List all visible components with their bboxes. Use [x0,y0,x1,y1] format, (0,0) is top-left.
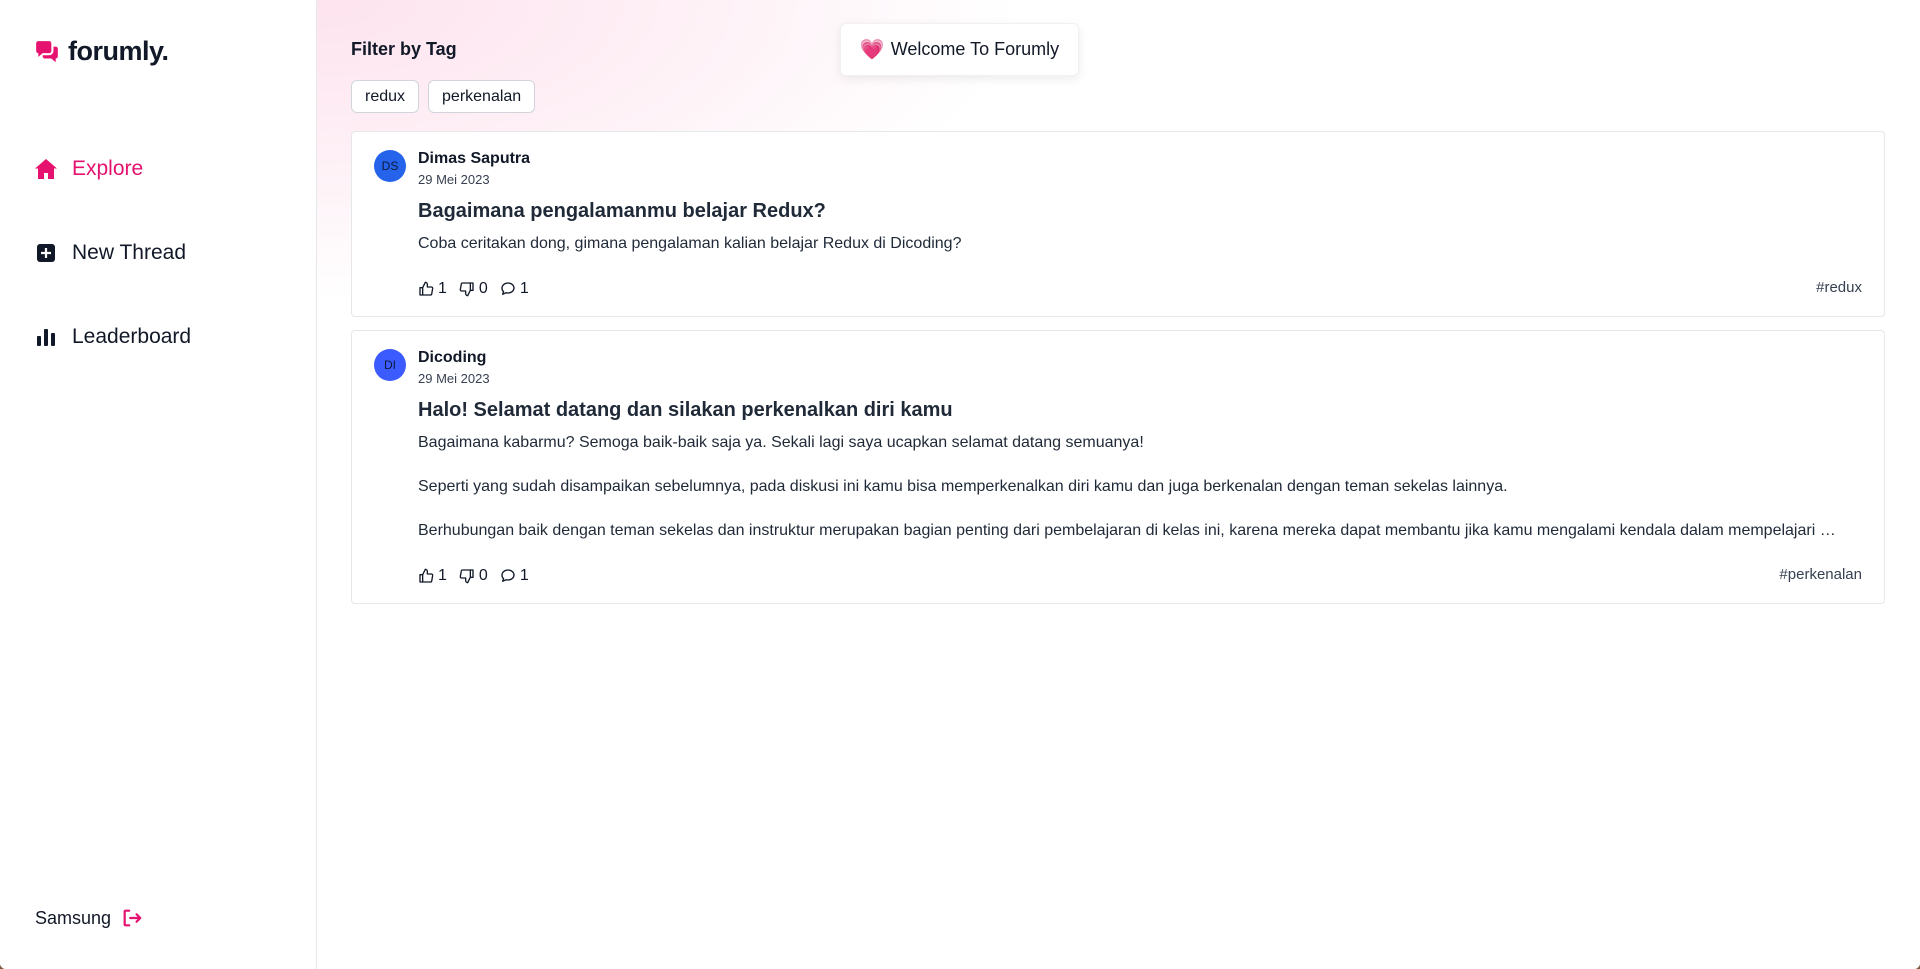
thread-title[interactable]: Halo! Selamat datang dan silakan perkena… [418,399,953,422]
dislike-count: 0 [478,567,488,584]
thread-body: Bagaimana kabarmu? Semoga baik-baik saja… [418,432,1838,564]
comment-icon [501,282,515,295]
user-name: Samsung [35,907,112,928]
thread-card: DI Dicoding 29 Mei 2023 Halo! Selamat da… [351,330,1885,604]
welcome-text: Welcome To Forumly [890,39,1060,59]
thread-tag: #perkenalan [1779,566,1862,583]
tag-filter-list: redux perkenalan [351,80,536,113]
welcome-banner: 💗 Welcome To Forumly [840,23,1079,76]
thread-body-paragraph: Seperti yang sudah disampaikan sebelumny… [418,478,1508,495]
thread-tag: #redux [1816,279,1862,296]
like-count: 1 [438,280,447,297]
thread-author: Dimas Saputra [418,150,531,167]
sidebar-item-new-thread[interactable]: New Thread [34,236,191,270]
thread-card: DS Dimas Saputra 29 Mei 2023 Bagaimana p… [351,131,1885,317]
comment-count: 1 [519,280,529,297]
thread-body-paragraph: Berhubungan baik dengan teman sekelas da… [418,522,1838,539]
dislike-button[interactable]: 0 [459,567,488,585]
logout-icon[interactable] [121,907,143,929]
sidebar-nav: Explore New Thread Leaderboard [34,152,191,404]
like-count: 1 [438,567,447,584]
thread-body: Coba ceritakan dong, gimana pengalaman k… [418,233,1838,277]
chat-bubbles-icon [36,40,58,62]
plus-square-icon [34,241,58,265]
home-icon [34,157,58,181]
app-window: forumly. Explore New Thread Leaderboard [0,0,1920,969]
thumbs-up-icon [419,568,434,583]
sidebar-item-label: Explore [72,157,144,180]
sidebar-item-label: Leaderboard [72,325,192,348]
like-button[interactable]: 1 [418,280,447,298]
thread-stats: 1 0 1 [418,280,529,298]
thumbs-down-icon [459,569,474,584]
current-user: Samsung [35,907,143,929]
main-content: Filter by Tag 💗 Welcome To Forumly redux… [317,0,1920,969]
brand[interactable]: forumly. [34,36,169,67]
thumbs-up-icon [419,281,434,296]
heart-icon: 💗 [859,39,885,61]
brand-name: forumly. [68,36,169,66]
thread-body-paragraph: Coba ceritakan dong, gimana pengalaman k… [418,235,962,252]
avatar: DI [374,349,406,381]
avatar: DS [374,150,406,182]
thread-body-paragraph: Bagaimana kabarmu? Semoga baik-baik saja… [418,434,1144,451]
filter-title: Filter by Tag [351,39,457,59]
comment-button[interactable]: 1 [500,567,529,585]
thread-author: Dicoding [418,349,487,366]
sidebar: forumly. Explore New Thread Leaderboard [0,0,317,969]
sidebar-item-explore[interactable]: Explore [34,152,191,186]
like-button[interactable]: 1 [418,567,447,585]
thumbs-down-icon [459,282,474,297]
tag-filter-redux[interactable]: redux [351,80,420,113]
thread-date: 29 Mei 2023 [418,172,490,187]
comment-count: 1 [519,567,529,584]
thread-title[interactable]: Bagaimana pengalamanmu belajar Redux? [418,200,826,223]
thread-stats: 1 0 1 [418,567,529,585]
thread-list: DS Dimas Saputra 29 Mei 2023 Bagaimana p… [351,131,1885,617]
dislike-count: 0 [478,280,488,297]
sidebar-item-label: New Thread [72,241,187,264]
comment-button[interactable]: 1 [500,280,529,298]
thread-date: 29 Mei 2023 [418,371,490,386]
dislike-button[interactable]: 0 [459,280,488,298]
bar-chart-icon [34,325,58,349]
sidebar-item-leaderboard[interactable]: Leaderboard [34,320,191,354]
tag-filter-perkenalan[interactable]: perkenalan [428,80,536,113]
comment-icon [501,569,515,582]
